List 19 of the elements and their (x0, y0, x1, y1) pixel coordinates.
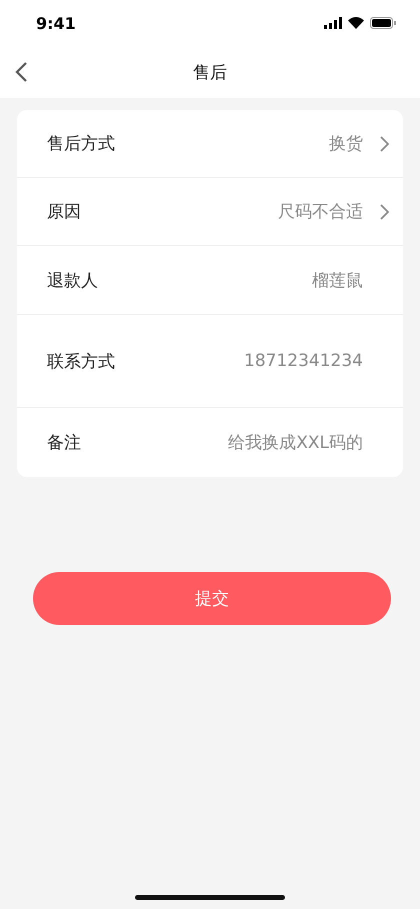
field-value: 18712341234 (244, 351, 363, 371)
chevron-right-icon[interactable] (379, 204, 389, 220)
battery-icon (370, 17, 396, 29)
field-value[interactable]: 换货 (329, 132, 363, 155)
field-value: 给我换成XXL码的 (228, 432, 363, 454)
field-label: 售后方式 (47, 133, 116, 155)
back-icon[interactable] (14, 61, 28, 83)
field-label: 备注 (47, 432, 82, 454)
wifi-icon (348, 17, 364, 29)
field-label: 原因 (47, 201, 82, 223)
field-label: 退款人 (47, 270, 99, 292)
status-time: 9:41 (36, 14, 76, 32)
chevron-right-icon[interactable] (379, 136, 389, 152)
page-title: 售后 (193, 62, 227, 84)
signal-icon (324, 17, 342, 29)
field-label: 联系方式 (47, 350, 116, 372)
submit-button[interactable]: 提交 (33, 572, 391, 625)
field-value: 榴莲鼠 (312, 270, 363, 292)
field-value[interactable]: 尺码不合适 (278, 200, 363, 223)
